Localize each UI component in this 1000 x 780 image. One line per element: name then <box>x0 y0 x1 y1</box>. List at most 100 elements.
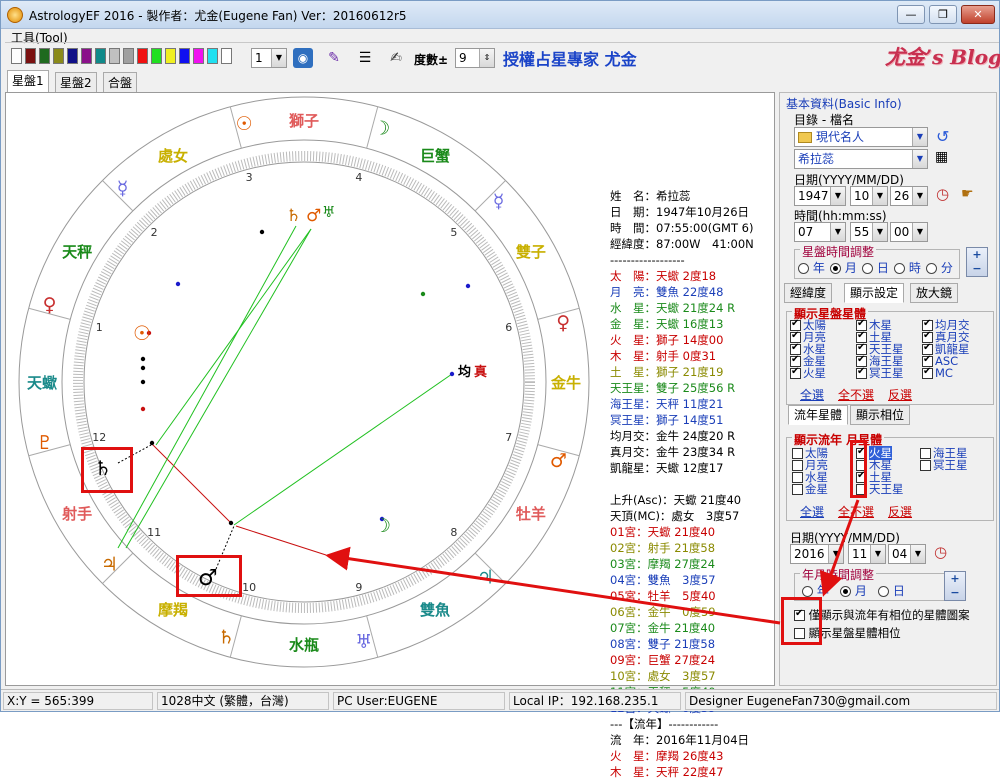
indent-icon[interactable]: ☰ <box>355 48 375 68</box>
name-select[interactable]: 希拉蕊 ▼ <box>794 149 928 169</box>
color-swatch[interactable] <box>11 48 22 64</box>
chart-adjust-option[interactable]: 時 <box>894 259 921 276</box>
birth-second-select[interactable]: 00 ▼ <box>890 222 928 242</box>
house-number: 1 <box>96 321 103 334</box>
color-swatch[interactable] <box>221 48 232 64</box>
radio-icon[interactable] <box>894 263 905 274</box>
chart-adjust-option[interactable]: 日 <box>862 259 889 276</box>
radio-icon[interactable] <box>926 263 937 274</box>
clock-icon[interactable]: ◷ <box>936 185 949 203</box>
chart-adjust-option[interactable]: 月 <box>830 259 857 276</box>
signature-icon[interactable]: ✍ <box>381 48 411 68</box>
pen-icon[interactable]: ✎ <box>323 48 345 68</box>
save-icon[interactable]: ▦ <box>935 149 948 165</box>
subtab-latlong[interactable]: 經緯度 <box>784 283 833 303</box>
clock-icon[interactable]: ◷ <box>934 543 947 561</box>
transit-invert-button[interactable]: 反選 <box>888 503 912 520</box>
subtab-magnifier[interactable]: 放大鏡 <box>910 283 959 303</box>
degree-spinner[interactable]: 9 ⇕ <box>455 48 495 68</box>
chart-adjust-option[interactable]: 分 <box>926 259 953 276</box>
tab-chart2[interactable]: 星盤2 <box>55 72 97 92</box>
planet-dot <box>149 440 155 446</box>
tab-synastry[interactable]: 合盤 <box>103 72 138 92</box>
checkbox-icon[interactable] <box>790 366 801 379</box>
planet-dot <box>140 365 146 371</box>
chart-panel[interactable]: 獅子 ☉ 巨蟹 ☽ 雙子 ☿ 金牛 ♀ 牡羊 ♂ 雙魚 ♃ 水瓶 ♅ 摩羯 ♄ 射手 ♃ 天蠍 ♇ 天秤 ♀ 處女 ☿ 1 2 3 4… <box>5 92 775 779</box>
checkbox-icon[interactable] <box>792 472 803 483</box>
transit-day-select[interactable]: 04 ▼ <box>888 544 926 564</box>
color-swatch[interactable] <box>81 48 92 64</box>
camera-icon[interactable]: ◉ <box>293 48 313 68</box>
add-remove-button[interactable]: + − <box>966 247 988 277</box>
chart-wheel[interactable]: 獅子☉巨蟹☽雙子☿金牛♀牡羊♂雙魚♃水瓶 ♅摩羯♄射手♃天蠍♇天秤♀處女☿123 4… <box>6 93 606 685</box>
checkbox-icon[interactable] <box>920 460 931 471</box>
checkbox-icon[interactable] <box>920 448 931 459</box>
sign-glyph-icon: ♂ <box>550 450 567 472</box>
transit-year-select[interactable]: 2016 ▼ <box>790 544 844 564</box>
chevron-down-icon: ▼ <box>872 223 887 241</box>
transit-select-none-button[interactable]: 全不選 <box>838 503 874 520</box>
transit-adjust-option[interactable]: 日 <box>878 582 905 599</box>
color-swatch[interactable] <box>207 48 218 64</box>
subtab-show-aspects[interactable]: 顯示相位 <box>850 405 911 425</box>
refresh-icon[interactable]: ↺ <box>936 127 949 146</box>
close-button[interactable]: ✕ <box>961 5 995 24</box>
chart-adjust-option[interactable]: 年 <box>798 259 825 276</box>
checkbox-icon[interactable] <box>792 484 803 495</box>
birth-year-select[interactable]: 1947 ▼ <box>794 186 846 206</box>
natal-checkbox-item[interactable]: MC <box>922 366 953 379</box>
transit-month-select[interactable]: 11 ▼ <box>848 544 886 564</box>
radio-icon[interactable] <box>798 263 809 274</box>
transit-select-all-button[interactable]: 全選 <box>800 503 824 520</box>
radio-icon[interactable] <box>862 263 873 274</box>
brand-logo[interactable]: 尤金’s Blog <box>885 41 1000 70</box>
color-swatch[interactable] <box>137 48 148 64</box>
transit-checkbox-item[interactable]: 金星 <box>792 483 828 495</box>
transit-checkbox-item[interactable]: 冥王星 <box>920 459 968 471</box>
color-swatch[interactable] <box>95 48 106 64</box>
house-number: 12 <box>92 431 106 444</box>
checkbox-icon[interactable] <box>856 366 867 379</box>
folder-select[interactable]: 現代名人 ▼ <box>794 127 928 147</box>
color-swatch[interactable] <box>179 48 190 64</box>
color-swatch[interactable] <box>53 48 64 64</box>
tab-chart1[interactable]: 星盤1 <box>7 70 49 92</box>
radio-icon[interactable] <box>840 586 851 597</box>
color-swatch[interactable] <box>67 48 78 64</box>
color-swatch[interactable] <box>165 48 176 64</box>
color-swatch[interactable] <box>25 48 36 64</box>
checkbox-icon[interactable] <box>792 460 803 471</box>
sign-label: 金牛 <box>550 374 581 392</box>
natal-select-none-button[interactable]: 全不選 <box>838 386 874 403</box>
birth-minute-select[interactable]: 55 ▼ <box>850 222 888 242</box>
line-width-select[interactable]: 1 ▼ <box>251 48 287 68</box>
radio-icon[interactable] <box>878 586 889 597</box>
natal-select-all-button[interactable]: 全選 <box>800 386 824 403</box>
color-swatch[interactable] <box>109 48 120 64</box>
add-remove-button[interactable]: + − <box>944 571 966 601</box>
planet-dot <box>140 356 146 362</box>
color-swatch[interactable] <box>193 48 204 64</box>
birth-day-select[interactable]: 26 ▼ <box>890 186 928 206</box>
radio-icon[interactable] <box>830 263 841 274</box>
color-swatch[interactable] <box>39 48 50 64</box>
radio-icon[interactable] <box>802 586 813 597</box>
natal-checkbox-item[interactable]: 火星 <box>790 366 826 379</box>
color-swatch[interactable] <box>151 48 162 64</box>
birth-hour-select[interactable]: 07 ▼ <box>794 222 846 242</box>
transit-adjust-option[interactable]: 月 <box>840 582 867 599</box>
subtab-transit-bodies[interactable]: 流年星體 <box>788 405 849 425</box>
pointing-hand-icon[interactable]: ☛ <box>961 186 974 202</box>
natal-checkbox-item[interactable]: 冥王星 <box>856 366 904 379</box>
minimize-button[interactable]: — <box>897 5 925 24</box>
birth-month-select[interactable]: 10 ▼ <box>850 186 888 206</box>
restore-button[interactable]: ❐ <box>929 5 957 24</box>
natal-invert-button[interactable]: 反選 <box>888 386 912 403</box>
info-planet-line: 均月交：金牛 24度20 R <box>610 429 736 443</box>
moon-icon: ☽ <box>374 515 391 537</box>
color-swatch[interactable] <box>123 48 134 64</box>
checkbox-icon[interactable] <box>922 366 933 379</box>
checkbox-icon[interactable] <box>792 448 803 459</box>
subtab-display-settings[interactable]: 顯示設定 <box>844 283 905 303</box>
spinner-arrows-icon[interactable]: ⇕ <box>479 49 494 67</box>
